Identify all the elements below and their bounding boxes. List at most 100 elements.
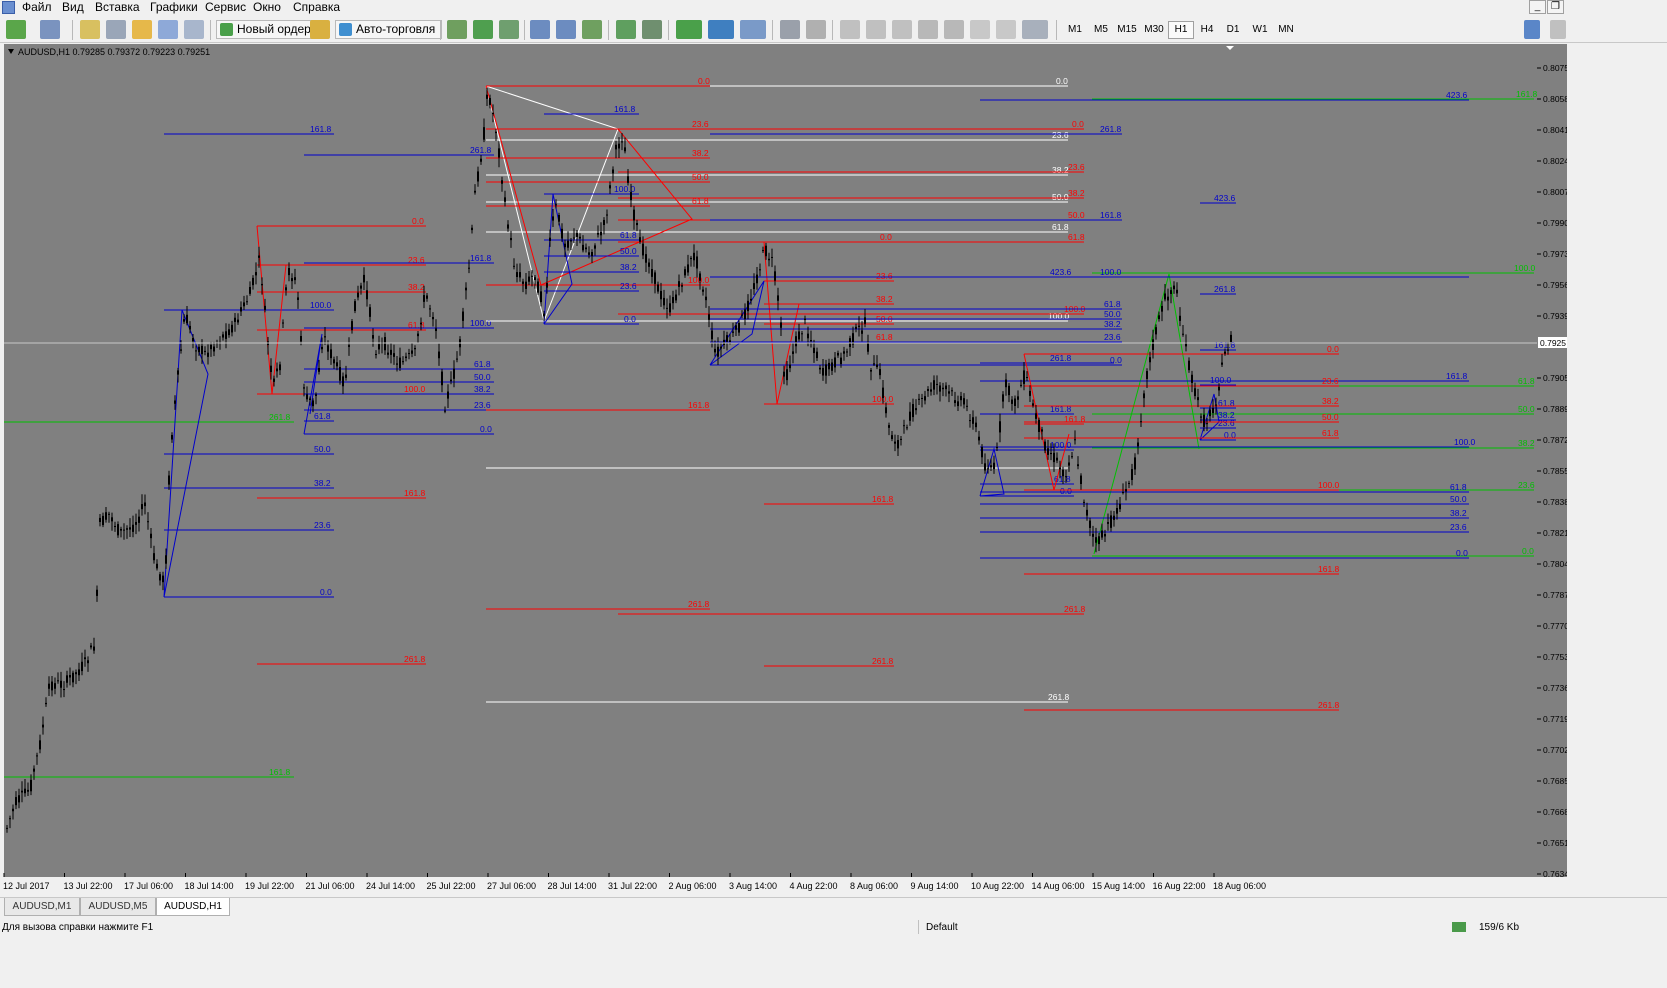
metaeditor-icon[interactable] xyxy=(310,20,330,39)
text-icon[interactable] xyxy=(970,20,990,39)
candle-body xyxy=(834,357,836,368)
price-tick-label: 0.7838 xyxy=(1543,497,1567,507)
candle-body xyxy=(693,252,695,261)
fib-level-label: 161.8 xyxy=(269,767,291,777)
tester-icon[interactable] xyxy=(184,20,204,39)
candlesticks-icon[interactable] xyxy=(473,20,493,39)
search-icon[interactable] xyxy=(1524,20,1540,39)
candle-body xyxy=(1206,423,1208,425)
zoom-in-icon[interactable] xyxy=(530,20,550,39)
timeframe-m1[interactable]: M1 xyxy=(1062,21,1088,39)
tab-audusd-m5[interactable]: AUDUSD,M5 xyxy=(80,898,156,916)
autoscroll-icon[interactable] xyxy=(616,20,636,39)
menu-help[interactable]: Справка xyxy=(293,0,340,16)
fib-level-label: 23.6 xyxy=(1450,522,1467,532)
candle-body xyxy=(930,389,932,392)
status-help: Для вызова справки нажмите F1 xyxy=(2,922,154,933)
text-label-icon[interactable] xyxy=(996,20,1016,39)
cursor-icon[interactable] xyxy=(780,20,800,39)
trendline-icon[interactable] xyxy=(892,20,912,39)
chart-area[interactable]: 261.8 161.8 161.8 100.0 61.8 50.0 38.2 23.6 0.0 1… xyxy=(3,44,1538,891)
new-order-button[interactable]: Новый ордер xyxy=(216,20,318,39)
menu-file[interactable]: Файл xyxy=(22,0,52,16)
fib-level-label: 100.0 xyxy=(1210,375,1232,385)
candle-body xyxy=(636,222,638,226)
timeframe-m30[interactable]: M30 xyxy=(1141,21,1167,39)
candle-body xyxy=(336,362,338,367)
market-watch-icon[interactable] xyxy=(80,20,100,39)
timeframe-m5[interactable]: M5 xyxy=(1088,21,1114,39)
timeframe-h4[interactable]: H4 xyxy=(1194,21,1220,39)
fib-level-label: 261.8 xyxy=(872,656,894,666)
fibonacci-icon[interactable] xyxy=(944,20,964,39)
status-profile: Default xyxy=(926,922,958,933)
candle-body xyxy=(81,661,83,672)
price-tick-label: 0.8007 xyxy=(1543,187,1567,197)
horizontal-line-icon[interactable] xyxy=(866,20,886,39)
line-chart-icon[interactable] xyxy=(499,20,519,39)
candle-body xyxy=(489,98,491,105)
candle-body xyxy=(117,524,119,536)
fib-level-label: 261.8 xyxy=(470,145,492,155)
candle-body xyxy=(492,112,494,115)
fib-level-label: 100.0 xyxy=(470,318,492,328)
candle-body xyxy=(357,292,359,298)
autotrading-button[interactable]: Авто-торговля xyxy=(335,20,443,39)
time-tick-label: 10 Aug 22:00 xyxy=(971,881,1024,891)
timeframe-w1[interactable]: W1 xyxy=(1247,21,1273,39)
new-chart-icon[interactable] xyxy=(6,20,26,39)
timeframe-m15[interactable]: M15 xyxy=(1114,21,1140,39)
candle-body xyxy=(168,475,170,485)
fib-level-label: 38.2 xyxy=(474,384,491,394)
fib-level-label: 100.0 xyxy=(1050,440,1072,450)
timeframe-d1[interactable]: D1 xyxy=(1220,21,1246,39)
candle-body xyxy=(1194,388,1196,397)
price-scale[interactable]: 0.8075 0.8058 0.8041 0.8024 0.8007 0.7990 0.79… xyxy=(1537,44,1569,879)
zoom-out-icon[interactable] xyxy=(556,20,576,39)
timeframe-mn[interactable]: MN xyxy=(1273,21,1299,39)
tab-audusd-m1[interactable]: AUDUSD,M1 xyxy=(4,898,80,916)
channel-icon[interactable] xyxy=(918,20,938,39)
templates-icon[interactable] xyxy=(740,20,766,39)
settings-icon[interactable] xyxy=(1550,20,1566,39)
periods-icon[interactable] xyxy=(708,20,734,39)
fib-level-label: 0.0 xyxy=(1072,119,1084,129)
candle-body xyxy=(438,351,440,359)
bar-chart-icon[interactable] xyxy=(447,20,467,39)
candle-body xyxy=(1230,334,1232,342)
candle-body xyxy=(42,724,44,728)
candle-body xyxy=(1005,379,1007,388)
candle-body xyxy=(771,256,773,258)
vertical-line-icon[interactable] xyxy=(840,20,860,39)
tab-audusd-h1[interactable]: AUDUSD,H1 xyxy=(156,898,230,916)
candle-body xyxy=(186,314,188,324)
app-icon[interactable] xyxy=(2,1,15,14)
fib-level-label: 100.0 xyxy=(404,384,426,394)
minimize-icon[interactable]: _ xyxy=(1529,0,1546,14)
crosshair-icon[interactable] xyxy=(806,20,826,39)
candle-body xyxy=(495,131,497,134)
data-window-icon[interactable] xyxy=(106,20,126,39)
menu-window[interactable]: Окно xyxy=(253,0,281,16)
menu-insert[interactable]: Вставка xyxy=(95,0,140,16)
candle-body xyxy=(321,346,323,350)
chart-shift-icon[interactable] xyxy=(642,20,662,39)
candle-body xyxy=(861,330,863,334)
restore-icon[interactable]: ❐ xyxy=(1547,0,1564,14)
candle-body xyxy=(603,219,605,226)
profiles-icon[interactable] xyxy=(40,20,60,39)
menu-view[interactable]: Вид xyxy=(62,0,84,16)
tile-windows-icon[interactable] xyxy=(582,20,602,39)
fib-level-label: 61.8 xyxy=(620,230,637,240)
indicators-icon[interactable] xyxy=(676,20,702,39)
fib-level-label: 0.0 xyxy=(1056,76,1068,86)
price-chart[interactable]: 261.8161.8161.8100.061.850.038.223.60.01… xyxy=(3,44,1538,891)
arrows-icon[interactable] xyxy=(1022,20,1048,39)
candle-body xyxy=(255,272,257,276)
menu-charts[interactable]: Графики xyxy=(150,0,198,16)
navigator-icon[interactable] xyxy=(132,20,152,39)
candle-body xyxy=(933,380,935,390)
menu-tools[interactable]: Сервис xyxy=(205,0,246,16)
terminal-icon[interactable] xyxy=(158,20,178,39)
timeframe-h1[interactable]: H1 xyxy=(1168,21,1194,39)
